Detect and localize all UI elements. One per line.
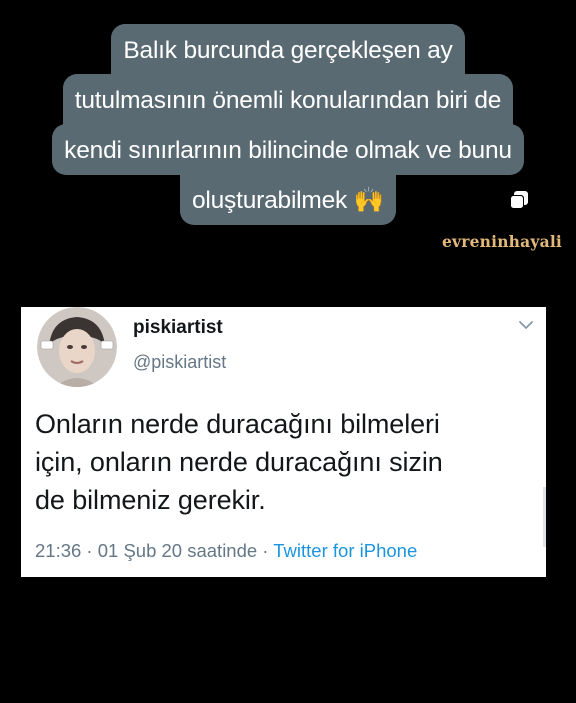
- divider: [543, 487, 546, 547]
- caption-line: oluşturabilmek 🙌: [179, 174, 397, 225]
- tweet-source-link[interactable]: Twitter for iPhone: [273, 540, 417, 561]
- tweet-text: Onların nerde duracağını bilmeleri için,…: [35, 405, 540, 519]
- watermark: evreninhayali: [441, 232, 562, 251]
- story-caption: Balık burcunda gerçekleşen ay tutulmasın…: [0, 24, 576, 225]
- tweet-text-line: Onların nerde duracağını bilmeleri: [35, 409, 440, 439]
- avatar[interactable]: [37, 307, 117, 387]
- author-handle[interactable]: @piskiartist: [133, 352, 226, 373]
- tweet-card[interactable]: piskiartist @piskiartist Onların nerde d…: [21, 307, 546, 577]
- tweet-meta: 21:36 · 01 Şub 20 saatinde · Twitter for…: [35, 540, 417, 562]
- tweet-timestamp[interactable]: 21:36 · 01 Şub 20 saatinde ·: [35, 540, 273, 561]
- tweet-text-line: için, onların nerde duracağını sizin: [35, 447, 443, 477]
- author-name[interactable]: piskiartist: [133, 317, 223, 339]
- story-frame: Balık burcunda gerçekleşen ay tutulmasın…: [0, 0, 576, 703]
- caption-line: Balık burcunda gerçekleşen ay: [111, 24, 465, 75]
- caption-line: tutulmasının önemli konularından biri de: [62, 74, 514, 125]
- tweet-text-line: de bilmeniz gerekir.: [35, 485, 266, 515]
- caption-line: kendi sınırlarının bilincinde olmak ve b…: [52, 124, 524, 175]
- chevron-down-icon[interactable]: [518, 319, 534, 331]
- copy-icon: [510, 191, 528, 209]
